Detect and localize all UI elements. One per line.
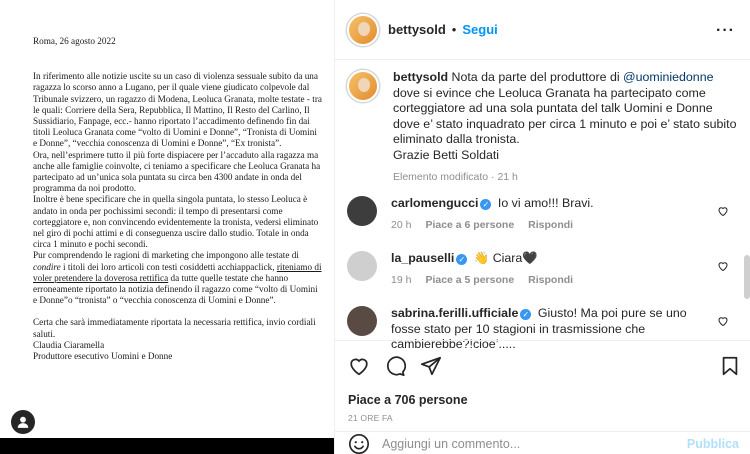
document-signature-role: Produttore esecutivo Uomini e Donne [33, 351, 173, 362]
like-heart-icon[interactable] [348, 355, 370, 377]
comments-panel: bettysold • Segui ··· bettysold Nota da … [334, 0, 750, 454]
comment-text: 👋 Ciara🖤 [470, 251, 538, 265]
document-signature-name: Claudia Ciaramella [33, 339, 105, 350]
caption-username[interactable]: bettysold [393, 70, 448, 84]
caption-text-a: Nota da parte del produttore di [448, 70, 624, 84]
caption-avatar[interactable] [347, 70, 379, 102]
caption-signoff: Grazie Betti Soldati [393, 147, 500, 162]
comment-reply-button[interactable]: Rispondi [528, 219, 573, 231]
document-paragraph-2: Ora, nell’esprimere tutto il più forte d… [33, 149, 321, 194]
post-header: bettysold • Segui ··· [335, 0, 750, 60]
comment-bubble-icon[interactable] [384, 355, 406, 377]
comment-time[interactable]: 20 h [391, 219, 411, 231]
comment-likes[interactable]: Piace a 5 persone [425, 274, 514, 286]
publish-button[interactable]: Pubblica [687, 437, 739, 451]
document-paragraph-3: Inoltre è bene specificare che in quella… [33, 194, 319, 250]
p4-part-a: Pur comprendendo le ragioni di marketing… [33, 250, 299, 261]
follow-button[interactable]: Segui [462, 22, 497, 37]
avatar[interactable] [347, 196, 377, 226]
p4-italic: condire [33, 261, 61, 272]
comment-username[interactable]: la_pauselli [391, 251, 454, 265]
comments-scrollbar[interactable] [744, 255, 750, 299]
tagged-users-button[interactable] [11, 410, 35, 434]
document-paragraph-5: Certa che sarà immediatamente riportata … [33, 317, 316, 339]
post-actions: Piace a 706 persone 21 ORE FA Pubblica [335, 340, 750, 454]
comment-username[interactable]: sabrina.ferilli.ufficiale [391, 306, 518, 320]
verified-badge-icon: ✓ [520, 309, 532, 320]
post-caption: bettysold Nota da parte del produttore d… [347, 70, 739, 185]
like-comment-heart-icon[interactable] [717, 260, 729, 272]
caption-text-b: dove si evince che Leoluca Granata ha pa… [393, 85, 737, 147]
comment-username[interactable]: carlomengucci [391, 196, 478, 210]
verified-badge-icon: ✓ [480, 199, 492, 210]
avatar[interactable] [347, 251, 377, 281]
user-icon [17, 416, 29, 428]
p4-part-c: i titoli dei loro articoli con testi cos… [60, 261, 277, 272]
document-paragraph-4: Pur comprendendo le ragioni di marketing… [33, 250, 322, 306]
document-image: Roma, 26 agosto 2022 In riferimento alle… [0, 0, 334, 438]
emoji-icon[interactable] [348, 433, 370, 454]
comment-item: la_pauselli ✓ 👋 Ciara🖤 19 h Piace a 5 pers… [347, 251, 739, 288]
instagram-post-modal: Roma, 26 agosto 2022 In riferimento alle… [0, 0, 750, 454]
caption-meta: Elemento modificato · 21 h [393, 170, 518, 183]
caption-mention-link[interactable]: @uominiedonne [623, 70, 713, 84]
post-timestamp[interactable]: 21 ORE FA [348, 413, 393, 423]
like-comment-heart-icon[interactable] [717, 205, 729, 217]
verified-badge-icon: ✓ [456, 254, 468, 265]
comment-composer: Pubblica [335, 431, 750, 454]
post-likes-count[interactable]: Piace a 706 persone [348, 393, 468, 407]
document-paragraph-1: In riferimento alle notizie uscite su un… [33, 71, 322, 149]
like-comment-heart-icon[interactable] [717, 315, 729, 327]
bookmark-icon[interactable] [719, 355, 741, 377]
comment-input[interactable] [382, 436, 662, 451]
post-image-area: Roma, 26 agosto 2022 In riferimento alle… [0, 0, 334, 454]
document-date: Roma, 26 agosto 2022 [33, 36, 116, 46]
avatar[interactable] [347, 13, 379, 46]
more-options-icon[interactable]: ··· [716, 22, 735, 40]
header-username[interactable]: bettysold [388, 22, 446, 37]
header-separator: • [451, 22, 457, 37]
comment-likes[interactable]: Piace a 6 persone [425, 219, 514, 231]
comment-time[interactable]: 19 h [391, 274, 411, 286]
avatar[interactable] [347, 306, 377, 336]
comment-reply-button[interactable]: Rispondi [528, 274, 573, 286]
caption-text: bettysold Nota da parte del produttore d… [393, 70, 739, 148]
share-paper-plane-icon[interactable] [420, 355, 442, 377]
comment-item: carlomengucci ✓ Io vi amo!!! Bravi. 20 h P… [347, 196, 739, 233]
comment-text: Io vi amo!!! Bravi. [494, 196, 594, 210]
